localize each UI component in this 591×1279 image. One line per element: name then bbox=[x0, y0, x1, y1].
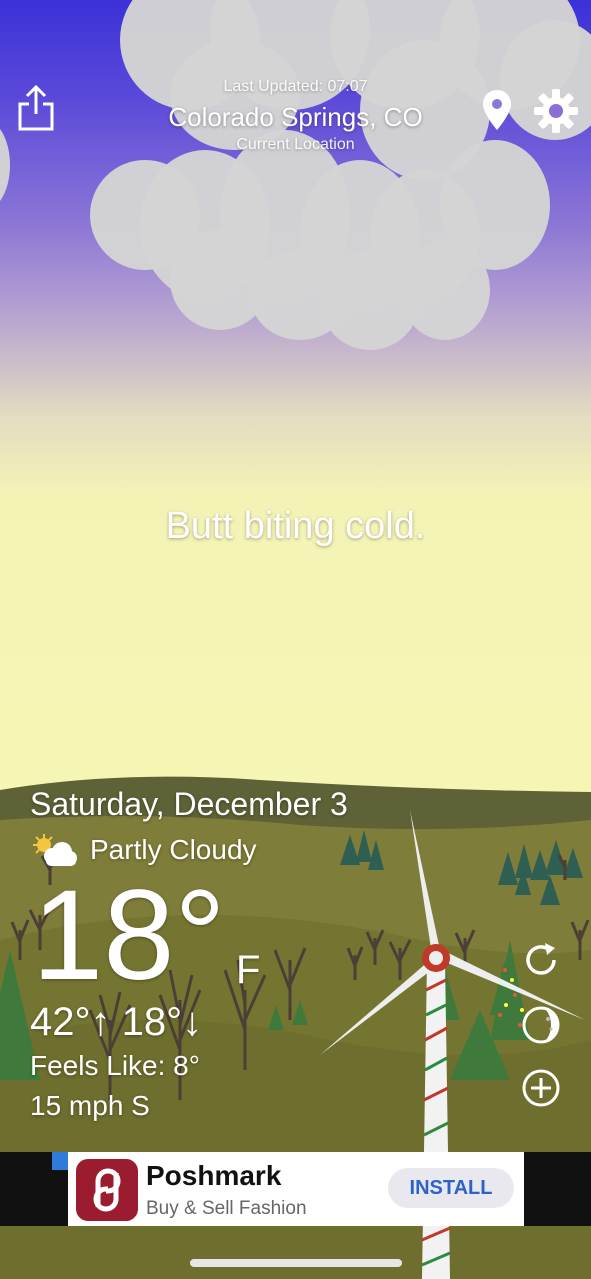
weather-tagline: Butt biting cold. bbox=[165, 505, 426, 547]
moon-phase-icon[interactable] bbox=[521, 1005, 561, 1045]
ad-content[interactable]: Poshmark Buy & Sell Fashion INSTALL bbox=[68, 1152, 524, 1226]
wind-label: 15 mph S bbox=[30, 1090, 150, 1121]
current-temperature: 18° bbox=[32, 864, 226, 1007]
temperature-unit[interactable]: F bbox=[236, 948, 260, 993]
refresh-icon[interactable] bbox=[521, 940, 561, 980]
feels-like-label: Feels Like: 8° bbox=[30, 1050, 200, 1081]
add-icon[interactable] bbox=[521, 1068, 561, 1108]
location-type-label: Current Location bbox=[236, 136, 355, 153]
location-pin-icon[interactable] bbox=[480, 88, 514, 132]
ad-subtitle: Buy & Sell Fashion bbox=[146, 1198, 307, 1219]
share-icon[interactable] bbox=[16, 84, 56, 132]
home-indicator[interactable] bbox=[190, 1259, 402, 1267]
date-label: Saturday, December 3 bbox=[30, 786, 348, 822]
settings-gear-icon[interactable] bbox=[533, 88, 579, 134]
ad-banner[interactable]: Poshmark Buy & Sell Fashion INSTALL bbox=[0, 1152, 591, 1226]
high-low-temperature: 42°↑ 18°↓ bbox=[30, 1000, 203, 1044]
poshmark-logo-icon bbox=[76, 1159, 138, 1221]
install-button[interactable]: INSTALL bbox=[388, 1168, 514, 1208]
ad-title: Poshmark bbox=[146, 1160, 282, 1191]
partly-cloudy-icon bbox=[33, 834, 77, 866]
condition-label: Partly Cloudy bbox=[90, 834, 257, 865]
